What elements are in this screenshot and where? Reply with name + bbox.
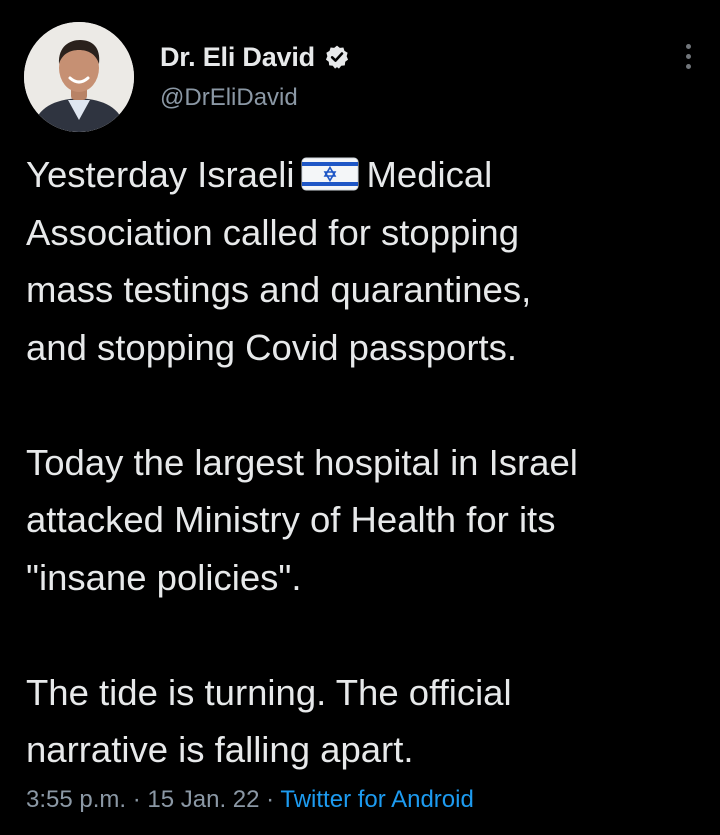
- tweet-line: and stopping Covid passports.: [26, 326, 518, 368]
- tweet-text-after-flag: Medical: [366, 154, 493, 195]
- tweet-line: attacked Ministry of Health for its: [26, 499, 556, 540]
- profile-photo-icon: [24, 22, 134, 132]
- israel-flag-icon: [301, 150, 359, 191]
- tweet-line: Association called for stopping: [26, 211, 520, 253]
- verified-badge-icon: [324, 44, 350, 70]
- more-vertical-icon[interactable]: [680, 44, 696, 80]
- tweet-line: "insane policies".: [26, 556, 302, 598]
- author-block: Dr. Eli David @DrEliDavid: [160, 40, 350, 112]
- tweet-text: Yesterday Israeli Medical Association cal…: [26, 146, 706, 779]
- meta-separator: ·: [259, 786, 281, 813]
- tweet-line: Today the largest hospital in Israel: [26, 441, 578, 483]
- tweet-time[interactable]: 3:55 p.m.: [26, 786, 126, 813]
- handle[interactable]: @DrEliDavid: [160, 84, 350, 112]
- tweet-line-1: Yesterday Israeli Medical: [26, 146, 706, 204]
- name-row: Dr. Eli David: [160, 40, 350, 74]
- tweet-line: The tide is turning. The official: [26, 671, 512, 713]
- tweet-line: mass testings and quarantines,: [26, 269, 532, 310]
- tweet-line: narrative is falling apart.: [26, 729, 414, 770]
- meta-separator: ·: [126, 786, 148, 813]
- tweet-date[interactable]: 15 Jan. 22: [147, 786, 259, 813]
- avatar[interactable]: [24, 22, 134, 132]
- display-name[interactable]: Dr. Eli David: [160, 42, 315, 73]
- tweet-meta: 3:55 p.m. · 15 Jan. 22 · Twitter for And…: [26, 786, 474, 814]
- tweet-card: Dr. Eli David @DrEliDavid Yesterday Isra…: [0, 0, 720, 835]
- tweet-header: Dr. Eli David @DrEliDavid: [24, 22, 696, 132]
- tweet-text-before-flag: Yesterday Israeli: [26, 154, 295, 195]
- tweet-source-link[interactable]: Twitter for Android: [280, 786, 473, 813]
